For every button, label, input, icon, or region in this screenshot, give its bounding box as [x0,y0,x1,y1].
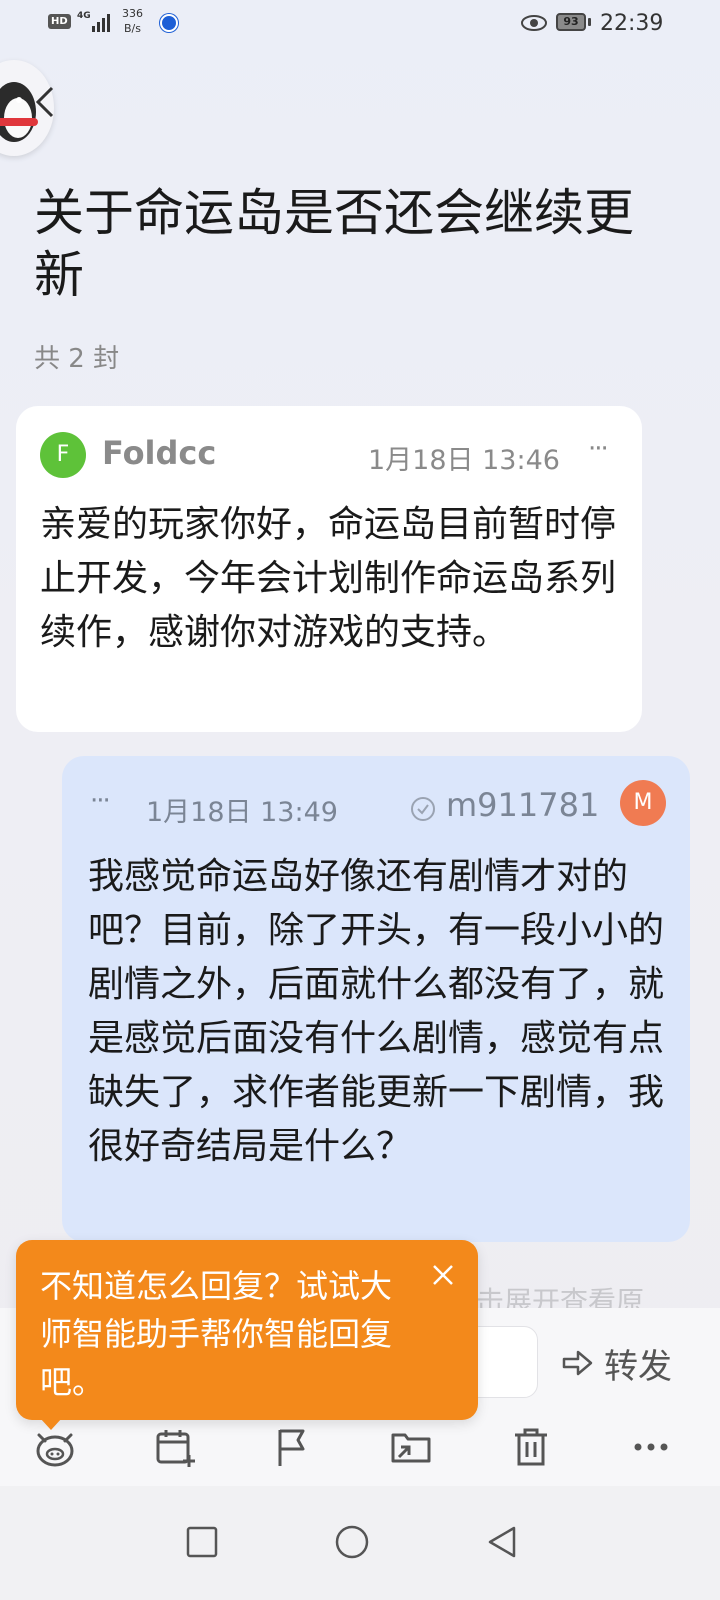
trash-icon [515,1428,547,1466]
more-options-icon[interactable]: ··· [90,786,111,816]
hd-badge: HD [48,14,71,29]
delete-button[interactable] [506,1422,556,1472]
flag-icon [278,1429,305,1466]
eye-comfort-icon [521,15,547,31]
more-icon [634,1443,668,1451]
signal-icon [92,14,110,32]
tooltip-text: 不知道怎么回复？试试大师智能助手帮你智能回复吧。 [40,1267,393,1401]
system-back-button[interactable] [472,1512,532,1572]
circle-icon [335,1525,369,1559]
forward-label: 转发 [604,1346,672,1387]
triangle-back-icon [488,1526,516,1558]
app-notification-icon [160,14,178,32]
home-button[interactable] [322,1512,382,1572]
sent-check-icon [411,797,435,821]
assistant-icon [36,1433,74,1467]
move-folder-icon [391,1433,431,1463]
tooltip-pointer [40,1418,62,1430]
sender-name[interactable]: Foldcc [102,434,216,472]
forward-button[interactable]: 转发 [562,1338,672,1388]
close-icon[interactable] [428,1260,458,1290]
calendar-add-icon [156,1430,195,1467]
move-to-folder-button[interactable] [386,1422,436,1472]
message-time: 1月18日 13:46 [368,445,560,476]
page-title: 关于命运岛是否还会继续更新 [34,184,634,304]
net-speed: 336 B/s [122,6,143,36]
network-type: 4G [77,11,91,21]
sender-name[interactable]: m911781 [446,786,599,824]
more-actions-button[interactable] [626,1422,676,1472]
recents-button[interactable] [172,1512,232,1572]
sender-avatar[interactable]: F [40,432,86,478]
message-body: 我感觉命运岛好像还有剧情才对的吧？目前，除了开头，有一段小小的剧情之外，后面就什… [88,856,665,1167]
forward-arrow-icon [562,1350,593,1376]
net-speed-value: 336 [122,7,143,20]
ai-assistant-tooltip[interactable]: 不知道怎么回复？试试大师智能助手帮你智能回复吧。 [16,1240,478,1420]
system-nav-bar [0,1486,720,1600]
message-time: 1月18日 13:49 [146,797,338,828]
status-bar: HD 4G 336 B/s 93 22:39 [0,0,720,50]
net-speed-unit: B/s [124,22,141,35]
square-icon [186,1526,218,1558]
battery-level: 93 [556,13,586,31]
sender-avatar[interactable]: M [620,780,666,826]
flag-button[interactable] [268,1422,318,1472]
mail-count: 共 2 封 [34,344,120,374]
message-card-sent[interactable]: ··· 1月18日 13:49 m911781 M 我感觉命运岛好像还有剧情才对… [62,756,690,1242]
add-to-calendar-button[interactable] [150,1422,200,1472]
clock: 22:39 [600,11,664,36]
battery-icon [588,18,591,26]
back-icon[interactable] [30,82,60,122]
message-body: 亲爱的玩家你好，命运岛目前暂时停止开发，今年会计划制作命运岛系列续作，感谢你对游… [40,504,617,653]
message-card-received[interactable]: F Foldcc 1月18日 13:46 ··· 亲爱的玩家你好，命运岛目前暂时… [16,406,642,732]
more-options-icon[interactable]: ··· [588,434,609,464]
